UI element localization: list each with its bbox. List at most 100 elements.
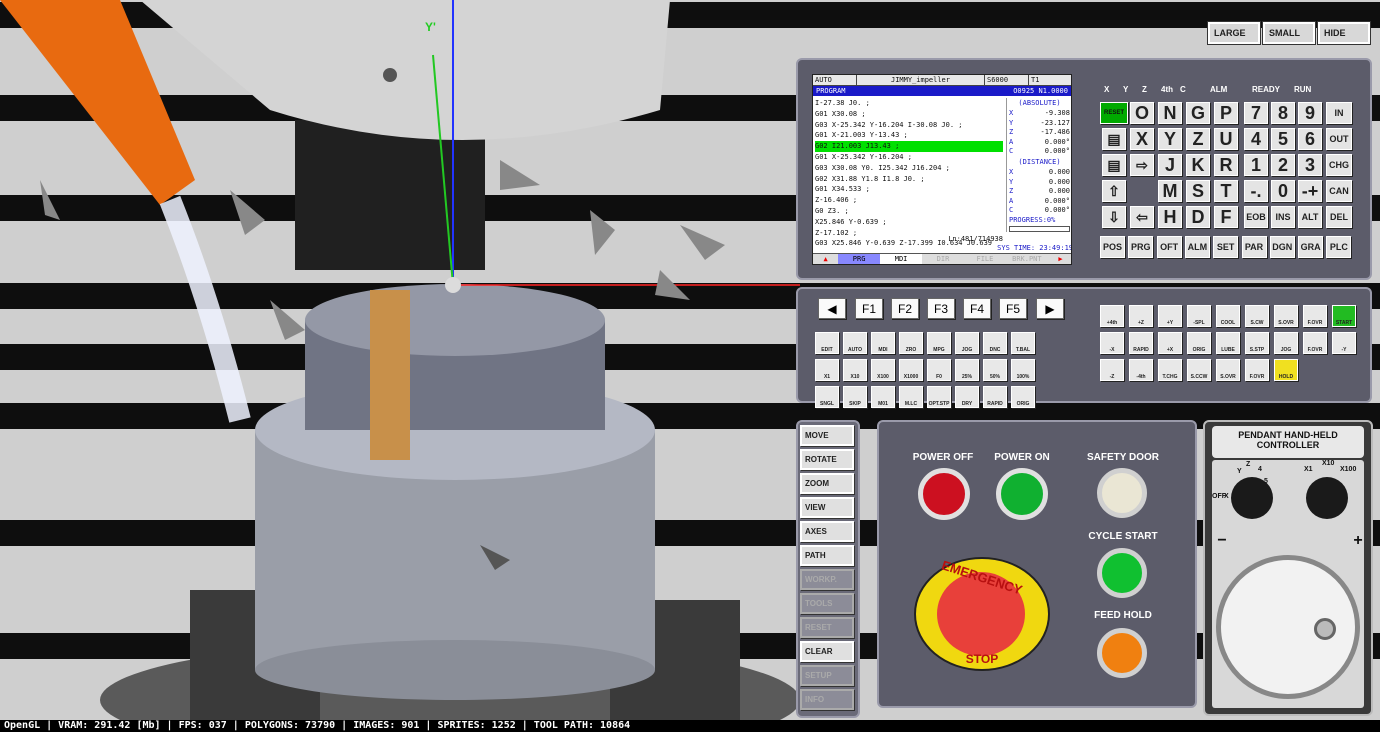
panel-icon-button[interactable]: LUBE (1216, 332, 1240, 354)
panel-icon-button[interactable]: X1000 (899, 359, 923, 381)
safety-door-button[interactable] (1097, 468, 1147, 518)
number-key[interactable]: 0 (1271, 180, 1295, 202)
screen-tab[interactable]: MDI (880, 254, 923, 264)
letter-key[interactable]: R (1214, 154, 1238, 176)
power-on-button[interactable] (996, 468, 1048, 520)
panel-icon-button[interactable]: -X (1100, 332, 1124, 354)
panel-icon-button[interactable]: EDIT (815, 332, 839, 354)
number-key[interactable]: 7 (1244, 102, 1268, 124)
function-key[interactable]: DEL (1326, 206, 1352, 228)
panel-icon-button[interactable]: ZRO (899, 332, 923, 354)
reset-button[interactable]: RESET (1100, 102, 1128, 124)
panel-icon-button[interactable]: M01 (871, 386, 895, 408)
letter-key[interactable]: T (1214, 180, 1238, 202)
feed-hold-button[interactable] (1097, 628, 1147, 678)
side-button-clear[interactable]: CLEAR (800, 641, 854, 662)
screen-key[interactable]: ALM (1184, 236, 1210, 258)
up-arrow-icon[interactable]: ⇧ (1102, 180, 1126, 202)
edit-key[interactable]: EOB (1244, 206, 1268, 228)
down-arrow-icon[interactable]: ⇩ (1102, 206, 1126, 228)
left-arrow-icon[interactable]: ⇦ (1130, 206, 1154, 228)
f-key[interactable]: F3 (927, 298, 955, 319)
panel-icon-button[interactable]: F0 (927, 359, 951, 381)
panel-icon-button[interactable]: S.OVR (1274, 305, 1298, 327)
panel-icon-button[interactable]: F.OVR (1303, 332, 1327, 354)
screen-tab[interactable]: DIR (922, 254, 964, 264)
screen-tab[interactable]: ▲ (813, 254, 838, 264)
number-key[interactable]: 2 (1271, 154, 1295, 176)
number-key[interactable]: -. (1244, 180, 1268, 202)
panel-icon-button[interactable]: SKIP (843, 386, 867, 408)
panel-icon-button[interactable]: DRY (955, 386, 979, 408)
panel-icon-button[interactable]: JOG (1274, 332, 1298, 354)
panel-icon-button[interactable]: AUTO (843, 332, 867, 354)
letter-key[interactable]: D (1186, 206, 1210, 228)
letter-key[interactable]: X (1130, 128, 1154, 150)
panel-icon-button[interactable]: X1 (815, 359, 839, 381)
panel-icon-button[interactable]: COOL (1216, 305, 1240, 327)
letter-key[interactable]: Z (1186, 128, 1210, 150)
panel-icon-button[interactable]: MDI (871, 332, 895, 354)
screen-key[interactable]: SET (1213, 236, 1239, 258)
f-key[interactable]: F2 (891, 298, 919, 319)
panel-icon-button[interactable]: ORIG (1187, 332, 1211, 354)
panel-icon-button[interactable]: JOG (955, 332, 979, 354)
large-button[interactable]: LARGE (1208, 22, 1260, 44)
screen-key[interactable]: OFT (1156, 236, 1182, 258)
panel-icon-button[interactable]: 100% (1011, 359, 1035, 381)
panel-icon-button[interactable]: T.CHG (1158, 359, 1182, 381)
multiplier-knob[interactable] (1306, 477, 1348, 519)
panel-icon-button[interactable]: S.OVR (1216, 359, 1240, 381)
panel-icon-button[interactable]: T.BAL (1011, 332, 1035, 354)
f-key[interactable]: F4 (963, 298, 991, 319)
small-button[interactable]: SMALL (1263, 22, 1315, 44)
screen-tab[interactable]: ▶ (1048, 254, 1071, 264)
letter-key[interactable]: F (1214, 206, 1238, 228)
panel-icon-button[interactable]: +X (1158, 332, 1182, 354)
side-button-view[interactable]: VIEW (800, 497, 854, 518)
side-button-path[interactable]: PATH (800, 545, 854, 566)
function-key[interactable]: IN (1326, 102, 1352, 124)
panel-icon-button[interactable]: S.CW (1245, 305, 1269, 327)
panel-icon-button[interactable]: RAPID (983, 386, 1007, 408)
letter-key[interactable]: P (1214, 102, 1238, 124)
handwheel-knob[interactable] (1314, 618, 1336, 640)
function-key[interactable]: CAN (1326, 180, 1352, 202)
panel-icon-button[interactable]: +Y (1158, 305, 1182, 327)
panel-icon-button[interactable]: -SPL (1187, 305, 1211, 327)
panel-icon-button[interactable]: 25% (955, 359, 979, 381)
panel-icon-button[interactable]: RAPID (1129, 332, 1153, 354)
panel-icon-button[interactable]: MPG (927, 332, 951, 354)
function-key[interactable]: CHG (1326, 154, 1352, 176)
screen-tab[interactable]: BRK.PNT (1006, 254, 1048, 264)
screen-tab[interactable]: PRG (838, 254, 881, 264)
panel-icon-button[interactable]: +Z (1129, 305, 1153, 327)
letter-key[interactable]: G (1186, 102, 1210, 124)
number-key[interactable]: 1 (1244, 154, 1268, 176)
panel-icon-button[interactable]: SNGL (815, 386, 839, 408)
right-arrow-icon[interactable]: ⇨ (1130, 154, 1154, 176)
number-key[interactable]: 6 (1298, 128, 1322, 150)
number-key[interactable]: 8 (1271, 102, 1295, 124)
screen-key[interactable]: PAR (1241, 236, 1267, 258)
number-key[interactable]: 9 (1298, 102, 1322, 124)
letter-key[interactable]: K (1186, 154, 1210, 176)
side-button-move[interactable]: MOVE (800, 425, 854, 446)
panel-icon-button[interactable]: ORIG (1011, 386, 1035, 408)
function-key[interactable]: OUT (1326, 128, 1352, 150)
letter-key[interactable]: U (1214, 128, 1238, 150)
panel-icon-button[interactable]: 50% (983, 359, 1007, 381)
screen-key[interactable]: PLC (1326, 236, 1352, 258)
list-icon[interactable]: ▤ (1102, 128, 1126, 150)
panel-icon-button[interactable]: F.OVR (1245, 359, 1269, 381)
letter-key[interactable]: M (1158, 180, 1182, 202)
letter-key[interactable]: J (1158, 154, 1182, 176)
panel-icon-button[interactable]: -4th (1129, 359, 1153, 381)
panel-icon-button[interactable]: M.LC (899, 386, 923, 408)
f-key[interactable]: F5 (999, 298, 1027, 319)
screen-key[interactable]: PRG (1128, 236, 1154, 258)
cycle-start-button[interactable] (1097, 548, 1147, 598)
panel-icon-button[interactable]: DNC (983, 332, 1007, 354)
side-button-axes[interactable]: AXES (800, 521, 854, 542)
number-key[interactable]: 4 (1244, 128, 1268, 150)
